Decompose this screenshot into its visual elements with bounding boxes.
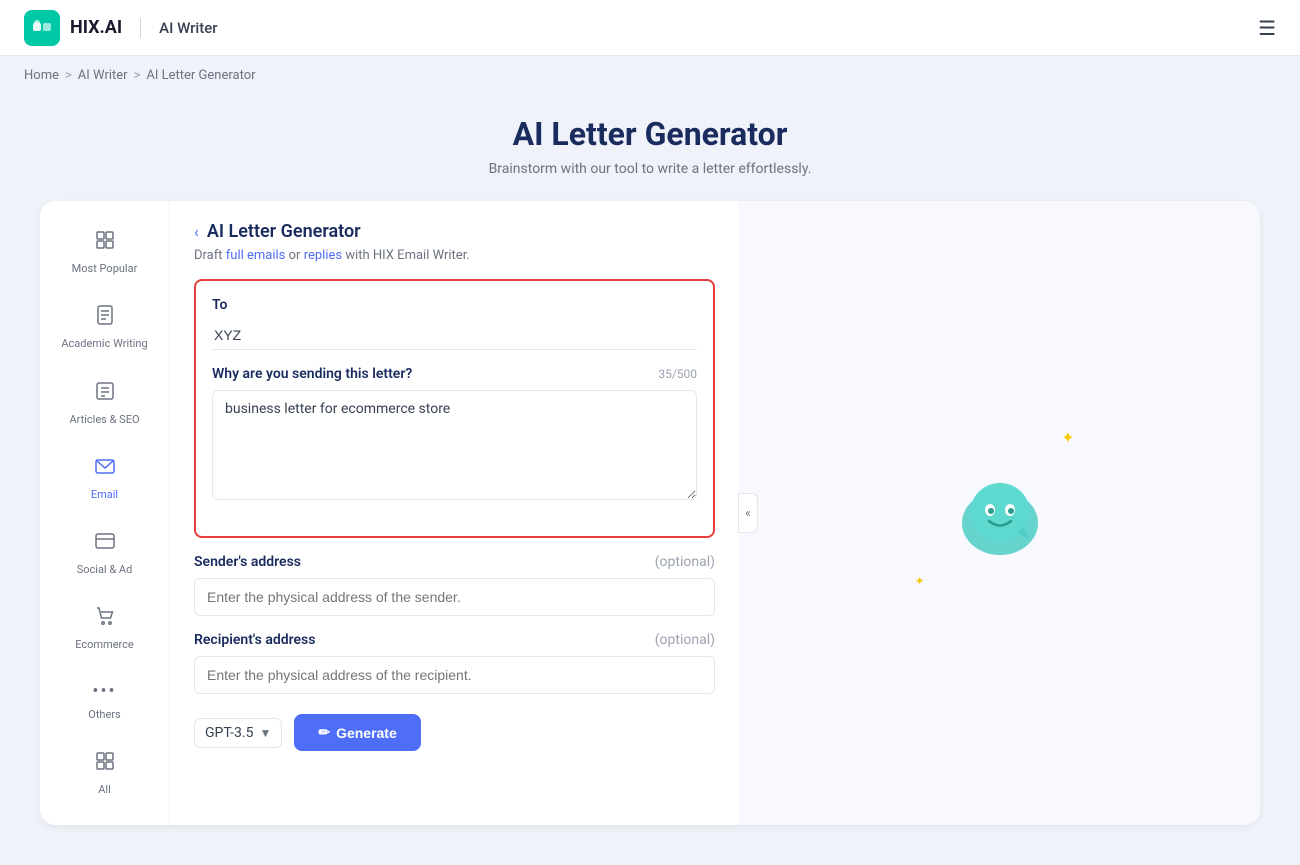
full-emails-link[interactable]: full emails [226, 248, 286, 263]
sender-optional: (optional) [655, 554, 715, 570]
sidebar-item-social-ad[interactable]: Social & Ad [40, 518, 169, 589]
recipient-field-group: Recipient's address (optional) [194, 632, 715, 694]
ecommerce-icon [94, 605, 116, 632]
sidebar-item-email[interactable]: Email [40, 443, 169, 514]
sidebar-item-email-label: Email [91, 488, 118, 502]
form-bottom: GPT-3.5 ▼ ✏ Generate [194, 714, 715, 751]
chevron-down-icon: ▼ [259, 726, 271, 740]
breadcrumb-current: AI Letter Generator [146, 68, 255, 83]
back-arrow-button[interactable]: ‹ [194, 222, 199, 241]
sidebar-item-others[interactable]: ••• Others [40, 669, 169, 734]
header-section-label: AI Writer [159, 19, 217, 37]
sparkle-icon-1: ✦ [1061, 428, 1074, 447]
sender-field-group: Sender's address (optional) [194, 554, 715, 616]
sender-label-text: Sender's address [194, 554, 301, 570]
recipient-label: Recipient's address (optional) [194, 632, 715, 648]
generate-icon: ✏ [318, 724, 330, 741]
form-header: ‹ AI Letter Generator [194, 221, 715, 242]
to-field-group: To [212, 297, 697, 350]
form-description: Draft full emails or replies with HIX Em… [194, 248, 715, 263]
recipient-address-input[interactable] [194, 656, 715, 694]
sidebar-item-academic-writing-label: Academic Writing [61, 337, 147, 351]
model-select[interactable]: GPT-3.5 ▼ [194, 718, 282, 748]
sidebar-item-most-popular-label: Most Popular [72, 262, 138, 276]
form-title: AI Letter Generator [207, 221, 361, 242]
breadcrumb: Home > AI Writer > AI Letter Generator [0, 56, 1300, 95]
sender-label: Sender's address (optional) [194, 554, 715, 570]
sender-address-input[interactable] [194, 578, 715, 616]
sparkle-icon-2: ✦ [915, 574, 925, 588]
sidebar: Most Popular Academic Writing [40, 201, 170, 825]
breadcrumb-sep1: > [65, 68, 72, 83]
mascot-area: ✦ ✦ [945, 458, 1055, 568]
form-desc-middle: or [285, 248, 303, 263]
form-area: ‹ AI Letter Generator Draft full emails … [170, 201, 739, 825]
breadcrumb-ai-writer[interactable]: AI Writer [78, 68, 128, 83]
why-textarea[interactable]: business letter for ecommerce store [212, 390, 697, 500]
form-desc-prefix: Draft [194, 248, 226, 263]
highlighted-form-section: To Why are you sending this letter? 35/5… [194, 279, 715, 538]
recipient-label-text: Recipient's address [194, 632, 315, 648]
form-desc-suffix: with HIX Email Writer. [342, 248, 470, 263]
to-label: To [212, 297, 697, 313]
page-title-area: AI Letter Generator Brainstorm with our … [0, 95, 1300, 201]
generate-label: Generate [336, 725, 397, 741]
collapse-button[interactable]: « [738, 493, 758, 533]
all-icon [94, 750, 116, 777]
page-title: AI Letter Generator [0, 115, 1300, 153]
to-input[interactable] [212, 321, 697, 350]
sidebar-item-articles-seo-label: Articles & SEO [69, 413, 139, 427]
content-card: Most Popular Academic Writing [40, 201, 1260, 825]
recipient-optional: (optional) [655, 632, 715, 648]
sidebar-item-all[interactable]: All [40, 738, 169, 809]
sidebar-item-most-popular[interactable]: Most Popular [40, 217, 169, 288]
why-field-group: Why are you sending this letter? 35/500 … [212, 366, 697, 504]
header: HIX.AI AI Writer ☰ [0, 0, 1300, 56]
most-popular-icon [94, 229, 116, 256]
email-icon [94, 455, 116, 482]
why-char-count: 35/500 [658, 367, 697, 381]
header-divider [140, 18, 141, 38]
breadcrumb-home[interactable]: Home [24, 68, 59, 83]
sidebar-item-academic-writing[interactable]: Academic Writing [40, 292, 169, 363]
sidebar-item-all-label: All [98, 783, 111, 797]
main-content: Most Popular Academic Writing [0, 201, 1300, 865]
header-left: HIX.AI AI Writer [24, 10, 218, 46]
sidebar-item-ecommerce-label: Ecommerce [75, 638, 134, 652]
right-panel: « ✦ ✦ [739, 201, 1260, 825]
generate-button[interactable]: ✏ Generate [294, 714, 420, 751]
why-label-text: Why are you sending this letter? [212, 366, 412, 382]
academic-writing-icon [94, 304, 116, 331]
breadcrumb-sep2: > [134, 68, 141, 83]
mascot-svg [945, 458, 1055, 568]
why-label: Why are you sending this letter? 35/500 [212, 366, 697, 382]
sidebar-item-social-ad-label: Social & Ad [77, 563, 133, 577]
hamburger-button[interactable]: ☰ [1258, 16, 1276, 40]
sidebar-item-others-label: Others [88, 708, 120, 722]
logo-text: HIX.AI [70, 17, 122, 38]
sidebar-item-ecommerce[interactable]: Ecommerce [40, 593, 169, 664]
others-icon: ••• [92, 681, 116, 702]
sidebar-item-articles-seo[interactable]: Articles & SEO [40, 368, 169, 439]
model-select-label: GPT-3.5 [205, 725, 253, 741]
articles-seo-icon [94, 380, 116, 407]
page-subtitle: Brainstorm with our tool to write a lett… [0, 161, 1300, 177]
logo-icon [24, 10, 60, 46]
replies-link[interactable]: replies [304, 248, 342, 263]
social-ad-icon [94, 530, 116, 557]
